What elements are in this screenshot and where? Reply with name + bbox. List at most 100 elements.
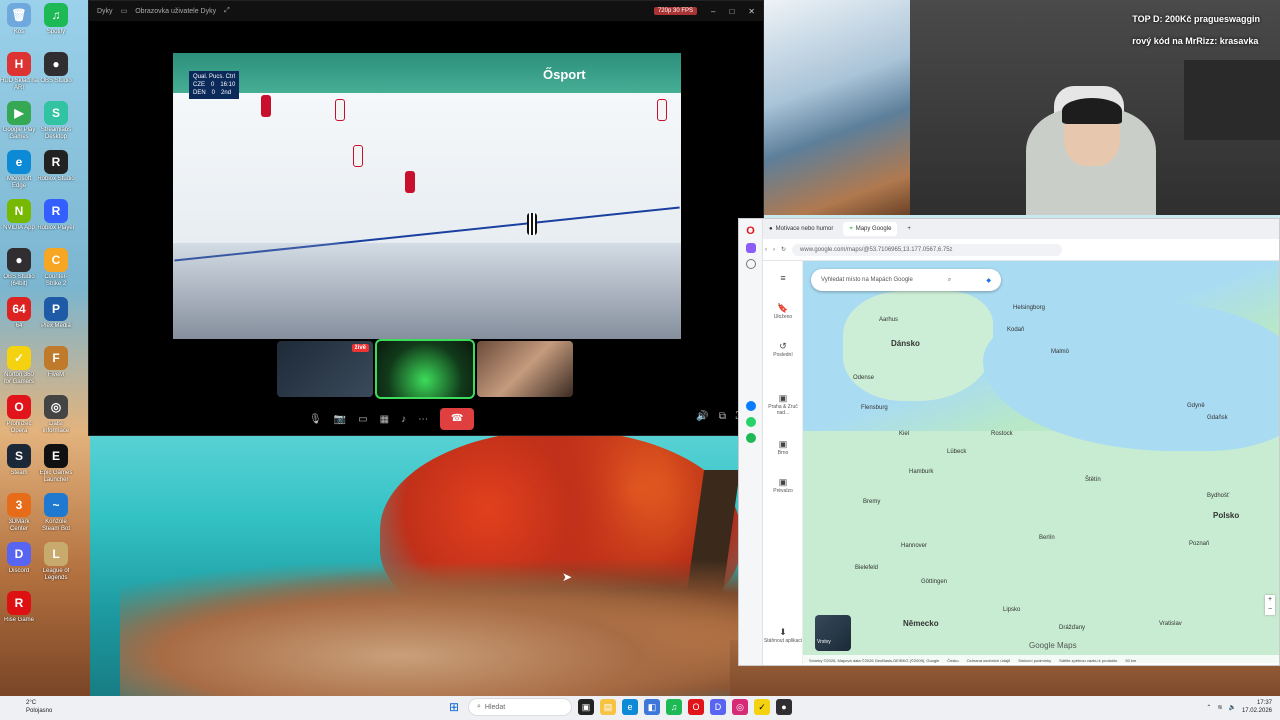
zoom-in-button[interactable]: +	[1265, 595, 1275, 605]
desktop-icon[interactable]: R Roblox Player	[37, 199, 75, 247]
map-canvas[interactable]: Dánsko Německo Polsko Kodaň Helsingborg Malmö…	[803, 261, 1279, 663]
desktop-icon[interactable]: O Prohlížeč Opera	[0, 395, 38, 443]
participant-tile-screenshare[interactable]: živě	[277, 341, 373, 397]
file-explorer-icon[interactable]: ▤	[600, 699, 616, 715]
map-city-label[interactable]: Göttingen	[921, 579, 947, 585]
map-city-label[interactable]: Lübeck	[947, 449, 966, 455]
maps-nav-item[interactable]: ⬇ Stáhnout aplikaci	[763, 627, 803, 644]
maps-nav-item[interactable]: ▣ Brno	[763, 439, 803, 456]
star-icon[interactable]	[745, 259, 756, 269]
minimize-button[interactable]: –	[711, 7, 715, 16]
reload-icon[interactable]: ↻	[781, 246, 786, 253]
maps-nav-item[interactable]: ▣ Prévalzo	[763, 477, 803, 494]
screen-share-button-icon[interactable]: ▭	[358, 414, 367, 425]
desktop-icon[interactable]: R Rise Game	[0, 591, 38, 639]
map-city-label[interactable]: Hannover	[901, 543, 927, 549]
map-city-label[interactable]: Gdaňsk	[1207, 415, 1228, 421]
disconnect-button[interactable]: ☎	[440, 408, 475, 430]
map-city-label[interactable]: Poznaň	[1189, 541, 1209, 547]
store-icon[interactable]: ◧	[644, 699, 660, 715]
camera-icon[interactable]: 📷	[334, 414, 346, 425]
close-button[interactable]: ✕	[748, 7, 755, 16]
map-country-label[interactable]: Polsko	[1213, 511, 1239, 520]
maps-nav-item[interactable]: 🔖 Uloženo	[763, 303, 803, 320]
task-view-icon[interactable]: ▣	[578, 699, 594, 715]
map-footer-link[interactable]: 50 km	[1125, 658, 1136, 663]
volume-icon[interactable]: 🔊	[696, 411, 708, 422]
desktop-icon[interactable]: 3 3DMark Center	[0, 493, 38, 541]
volume-tray-icon[interactable]: 🔈	[1228, 704, 1235, 711]
tray-chevron-icon[interactable]: ⌃	[1206, 704, 1211, 711]
map-country-label[interactable]: Německo	[903, 619, 939, 628]
desktop-icon[interactable]: H HUD Sklad na ARI	[0, 52, 38, 100]
forward-icon[interactable]: ›	[773, 247, 775, 253]
maximize-button[interactable]: □	[729, 7, 734, 16]
map-city-label[interactable]: Berlín	[1039, 535, 1055, 541]
map-city-label[interactable]: Aarhus	[879, 317, 898, 323]
instagram-icon[interactable]: ◎	[732, 699, 748, 715]
discord-icon[interactable]: D	[710, 699, 726, 715]
menu-icon[interactable]: ≡	[763, 273, 803, 283]
maps-nav-item[interactable]: ▣ Praha & Zruč nad...	[763, 393, 803, 416]
taskbar-search[interactable]: ⌕ Hledat	[468, 698, 572, 716]
desktop-icon[interactable]: ◎ Další informace	[37, 395, 75, 443]
map-city-label[interactable]: Kodaň	[1007, 327, 1024, 333]
directions-icon[interactable]: ◆	[986, 277, 991, 284]
tab-maps[interactable]: ⌖ Mapy Google	[843, 222, 898, 236]
spotify-icon[interactable]	[745, 433, 756, 443]
zoom-out-button[interactable]: −	[1265, 605, 1275, 615]
maps-search-input[interactable]: Vyhledat místo na Mapách Google ⌕ ◆	[811, 269, 1001, 291]
home-icon[interactable]	[745, 243, 756, 253]
map-city-label[interactable]: Štětín	[1085, 477, 1101, 483]
weather-widget[interactable]: 2°C Polojasno	[26, 699, 52, 715]
map-footer-link[interactable]: Ochrana osobních údajů	[967, 658, 1011, 663]
desktop-icon[interactable]: S Steam	[0, 444, 38, 492]
wifi-icon[interactable]: ≋	[1217, 704, 1222, 711]
desktop-icon[interactable]: P Plex Media	[37, 297, 75, 345]
messenger-icon[interactable]	[745, 401, 756, 411]
obs-icon[interactable]: ●	[776, 699, 792, 715]
map-city-label[interactable]: Bydhošť	[1207, 493, 1229, 499]
tab-motivace[interactable]: ● Motivace nebo humor	[763, 222, 839, 236]
fullscreen-icon[interactable]: ⤢	[224, 7, 230, 15]
whatsapp-icon[interactable]	[745, 417, 756, 427]
map-city-label[interactable]: Drážďany	[1059, 625, 1085, 631]
url-field[interactable]: www.google.com/maps/@53.7106965,13.177.0…	[792, 243, 1063, 256]
map-footer-link[interactable]: Snímky ©2026, Mapová data ©2026 GeoBasis…	[809, 658, 939, 663]
desktop-icon[interactable]: R Roblox Studio	[37, 150, 75, 198]
map-footer-link[interactable]: Sdělte zpětnou vazbu k produktu	[1059, 658, 1117, 663]
opera-icon[interactable]: O	[688, 699, 704, 715]
desktop-icon[interactable]: 64 64	[0, 297, 38, 345]
desktop-icon[interactable]: D Discord	[0, 542, 38, 590]
layers-button[interactable]: Vrstvy	[815, 615, 851, 651]
maps-nav-item[interactable]: ↺ Poslední	[763, 341, 803, 358]
desktop-icon[interactable]: ♫ Spotify	[37, 3, 75, 51]
map-footer-link[interactable]: Smluvní podmínky	[1018, 658, 1051, 663]
desktop-icon[interactable]: 🗑 Koš	[0, 3, 38, 51]
discord-titlebar[interactable]: Dyky ▭ Obrazovka uživatele Dyky ⤢ 720p 3…	[89, 1, 763, 21]
windows-start-icon[interactable]: ⊞	[446, 699, 462, 715]
soundboard-icon[interactable]: ♪	[401, 414, 406, 425]
desktop-icon[interactable]: ▶ Google Play Games	[0, 101, 38, 149]
discord-window[interactable]: Dyky ▭ Obrazovka uživatele Dyky ⤢ 720p 3…	[88, 0, 764, 436]
desktop-icon[interactable]: F FiveM	[37, 346, 75, 394]
desktop-icon[interactable]: N NVIDIA App	[0, 199, 38, 247]
activities-icon[interactable]: ▦	[380, 414, 389, 425]
desktop-icon[interactable]: ~ Konzole Steam Bot	[37, 493, 75, 541]
desktop-icon[interactable]: ✓ Norton 360 for Gamers	[0, 346, 38, 394]
spotify-icon[interactable]: ♫	[666, 699, 682, 715]
map-city-label[interactable]: Malmö	[1051, 349, 1069, 355]
desktop-icon[interactable]: ● OBS Studio	[37, 52, 75, 100]
popout-icon[interactable]: ⧉	[719, 411, 726, 422]
back-icon[interactable]: ‹	[765, 247, 767, 253]
map-city-label[interactable]: Vratislav	[1159, 621, 1182, 627]
map-city-label[interactable]: Hamburk	[909, 469, 933, 475]
map-city-label[interactable]: Gdyně	[1187, 403, 1205, 409]
opera-logo-icon[interactable]: O	[739, 225, 762, 237]
desktop-icon[interactable]: ● OBS Studio (64bit)	[0, 248, 38, 296]
map-city-label[interactable]: Flensburg	[861, 405, 888, 411]
map-city-label[interactable]: Lipsko	[1003, 607, 1020, 613]
map-footer-link[interactable]: Česko	[947, 658, 958, 663]
taskbar-clock[interactable]: 17:37 17.02.2026	[1242, 699, 1272, 715]
opera-browser-window[interactable]: O ● Motivace nebo humor ⌖ Mapy Google + ‹ …	[738, 218, 1280, 666]
